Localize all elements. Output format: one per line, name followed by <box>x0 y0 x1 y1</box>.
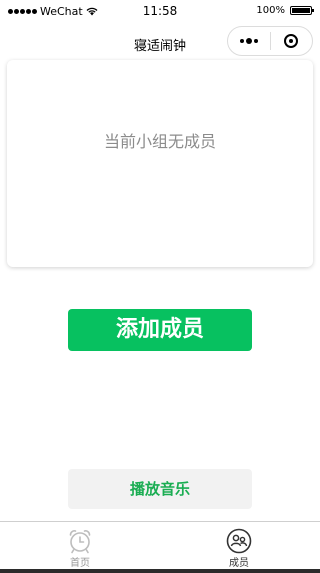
tab-members-label: 成员 <box>229 558 249 569</box>
battery-percent: 100% <box>256 5 285 16</box>
members-icon <box>226 528 252 554</box>
tab-home-label: 首页 <box>70 558 90 569</box>
add-member-button[interactable]: 添加成员 <box>68 309 252 351</box>
play-music-button[interactable]: 播放音乐 <box>68 469 252 509</box>
tab-bar: 首页 成员 <box>0 521 320 573</box>
close-mini-program-button[interactable] <box>271 27 313 55</box>
empty-members-message: 当前小组无成员 <box>103 132 216 151</box>
members-card: 当前小组无成员 <box>7 60 313 267</box>
close-circle-icon <box>284 34 299 48</box>
more-dots-icon <box>239 39 244 43</box>
status-bar: WeChat 11:58 100% <box>0 0 320 24</box>
home-indicator <box>0 569 320 573</box>
battery-status: 100% <box>256 5 314 16</box>
tab-members[interactable]: 成员 <box>209 528 269 569</box>
more-menu-button[interactable] <box>228 27 270 55</box>
battery-icon <box>290 6 314 15</box>
tab-home[interactable]: 首页 <box>50 528 110 569</box>
alarm-clock-icon <box>69 530 91 554</box>
navigation-bar: 寝适闹钟 <box>0 24 320 64</box>
mini-program-capsule <box>227 26 313 56</box>
